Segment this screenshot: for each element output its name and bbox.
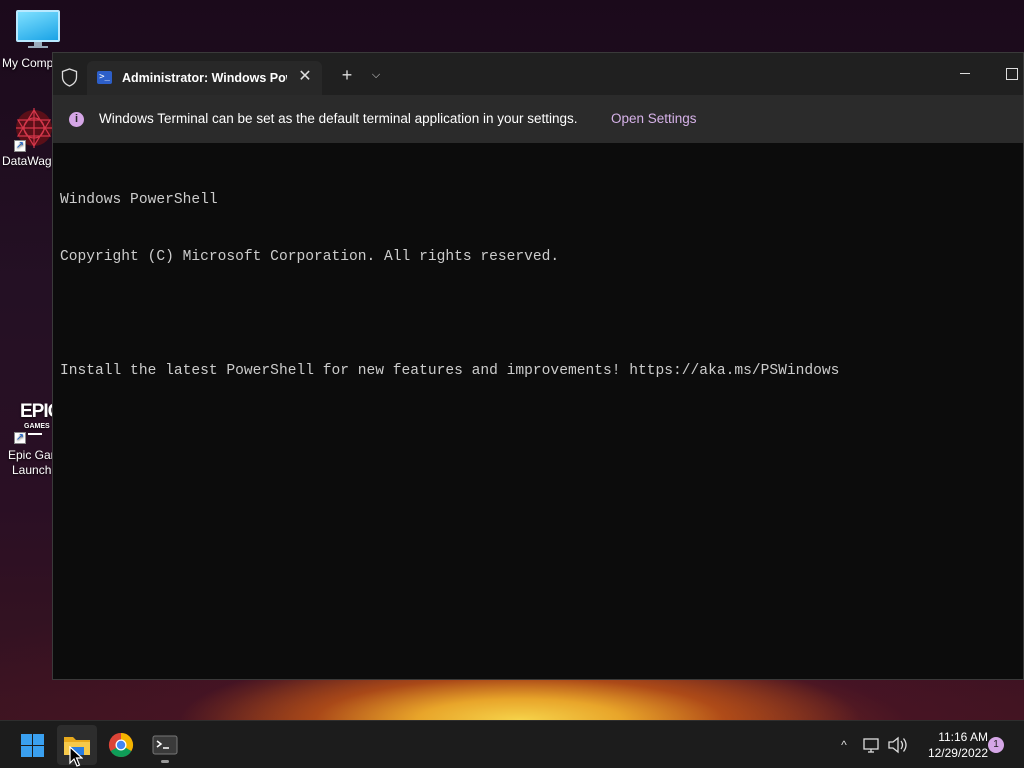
close-tab-button[interactable]: ✕ [295, 67, 315, 87]
monitor-icon [16, 10, 60, 48]
chrome-icon [108, 733, 134, 758]
tab-title: Administrator: Windows PowerShell [122, 71, 287, 85]
volume-icon[interactable] [886, 735, 908, 755]
desktop-icon-my-computer[interactable]: My Comp [0, 10, 60, 71]
info-bar-message: Windows Terminal can be set as the defau… [99, 111, 578, 126]
console-line: Install the latest PowerShell for new fe… [60, 363, 840, 379]
terminal-button[interactable] [145, 725, 185, 765]
chrome-button[interactable] [101, 725, 141, 765]
taskbar: ^ 11:16 AM 12/29/2022 1 [0, 720, 1024, 768]
clock[interactable]: 11:16 AM 12/29/2022 [914, 729, 988, 761]
start-button[interactable] [12, 725, 52, 765]
desktop-icon-label: DataWag [2, 154, 52, 168]
new-tab-button[interactable]: + [337, 65, 357, 85]
desktop-icon-epic-games[interactable]: EPIC GAMES ↗ Epic Gar Launch [0, 402, 61, 478]
console-line: Copyright (C) Microsoft Corporation. All… [60, 249, 560, 265]
desktop-icon-label-line2: Launch [12, 463, 52, 477]
terminal-icon [152, 735, 178, 755]
shortcut-arrow-icon: ↗ [14, 432, 26, 444]
shortcut-arrow-icon: ↗ [14, 140, 26, 152]
running-indicator [161, 760, 169, 763]
chevron-up-icon[interactable]: ^ [834, 735, 854, 755]
console-line: Windows PowerShell [60, 192, 218, 208]
powershell-icon: >_ [97, 71, 112, 84]
network-icon[interactable] [862, 735, 882, 755]
desktop-icon-datawag[interactable]: ↗ DataWag [0, 106, 60, 169]
desktop-icon-label: Epic Gar [8, 448, 55, 462]
chevron-down-icon[interactable]: ⌵ [367, 65, 385, 85]
tab-powershell[interactable]: >_ Administrator: Windows PowerShell ✕ [87, 61, 322, 95]
shield-icon [61, 68, 78, 87]
terminal-window[interactable]: >_ Administrator: Windows PowerShell ✕ +… [52, 52, 1024, 680]
open-settings-link[interactable]: Open Settings [611, 111, 697, 126]
minimize-button[interactable] [955, 63, 975, 83]
notification-badge[interactable]: 1 [988, 737, 1004, 753]
console-output[interactable]: Windows PowerShell Copyright (C) Microso… [60, 153, 1010, 419]
info-bar: i Windows Terminal can be set as the def… [53, 95, 1023, 143]
clock-date: 12/29/2022 [927, 746, 988, 760]
desktop-icon-label: My Comp [2, 56, 54, 70]
clock-time: 11:16 AM [938, 730, 988, 744]
mouse-cursor-icon [69, 746, 83, 767]
info-icon: i [69, 112, 84, 127]
maximize-button[interactable] [1001, 63, 1021, 83]
title-bar[interactable]: >_ Administrator: Windows PowerShell ✕ +… [53, 53, 1023, 95]
